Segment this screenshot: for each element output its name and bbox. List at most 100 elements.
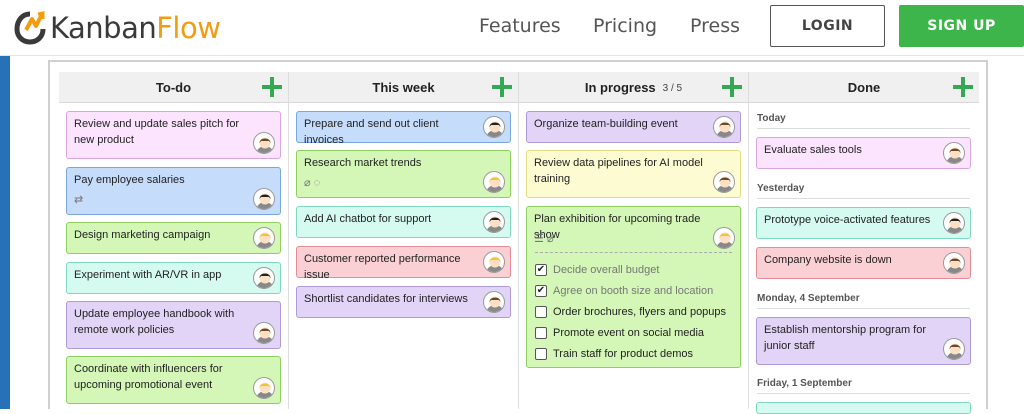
task-card[interactable]: Establish mentorship program for junior … [756,317,971,365]
subtask-label: Train staff for product demos [553,348,694,360]
subtask-label: Decide overall budget [553,264,660,276]
task-title: Review data pipelines for AI model train… [534,157,703,185]
wip-limit-count: 3 / 5 [662,82,683,94]
checkbox-unchecked-icon[interactable] [535,306,547,318]
date-group-label: Yesterday [757,183,805,194]
column-header: In progress 3 / 5 [519,72,748,103]
column-title: This week [372,79,435,95]
task-card-expanded[interactable]: Plan exhibition for upcoming trade show … [526,206,741,368]
task-title: Design marketing campaign [74,229,211,241]
comment-icon: ◌ [313,177,321,189]
signup-button[interactable]: SIGN UP [899,5,1024,47]
subtask-divider [535,252,732,253]
task-card-partial[interactable] [756,402,971,414]
task-title: Add AI chatbot for support [304,213,432,225]
task-title: Organize team-building event [534,118,678,130]
avatar-blonde-icon[interactable] [253,377,275,399]
checkbox-unchecked-icon[interactable] [535,327,547,339]
avatar-blonde-icon[interactable] [713,227,735,249]
task-title: Company website is down [764,254,892,266]
task-title: Establish mentorship program for junior … [764,324,927,352]
task-title: Shortlist candidates for interviews [304,293,468,305]
group-divider [757,128,970,129]
login-button[interactable]: LOGIN [770,5,885,47]
add-task-plus-icon[interactable] [492,77,512,97]
column-header: To-do [59,72,288,103]
column-title: In progress [584,79,656,95]
avatar-male-icon[interactable] [943,142,965,164]
kanbanflow-logo[interactable]: KanbanFlow [12,8,221,48]
logo-text-main: Kanban [50,11,157,45]
subtask-label: Agree on booth size and location [553,285,714,297]
column-in-progress: In progress 3 / 5 Organize team-building… [519,72,749,409]
avatar-blonde-icon[interactable] [253,227,275,249]
logo-icon [14,11,46,45]
task-card[interactable]: Evaluate sales tools [756,137,971,169]
task-card[interactable]: Coordinate with influencers for upcoming… [66,356,281,404]
avatar-female-icon[interactable] [253,267,275,289]
task-card[interactable]: Experiment with AR/VR in app [66,262,281,294]
column-title: Done [847,79,881,95]
task-card[interactable]: Company website is down [756,247,971,279]
avatar-male-icon[interactable] [713,171,735,193]
task-card[interactable]: Review data pipelines for AI model train… [526,150,741,198]
task-card[interactable]: Prepare and send out client invoices [296,111,511,146]
task-title: Coordinate with influencers for upcoming… [74,363,223,391]
column-todo: To-do Review and update sales pitch for … [59,72,289,409]
avatar-male-icon[interactable] [943,252,965,274]
task-card[interactable]: Design marketing campaign [66,222,281,254]
left-accent-bar [0,56,10,409]
logo-text: KanbanFlow [50,11,221,45]
avatar-female-icon[interactable] [943,212,965,234]
task-title: Customer reported performance issue [304,253,461,281]
avatar-female-icon[interactable] [483,211,505,233]
subtask-item[interactable]: ✔ Decide overall budget [535,262,659,278]
avatar-female-icon[interactable] [253,188,275,210]
avatar-female-icon[interactable] [483,116,505,138]
task-card[interactable]: Customer reported performance issue [296,246,511,281]
avatar-male-icon[interactable] [253,132,275,154]
nav-pricing[interactable]: Pricing [593,15,657,37]
task-title: Prototype voice-activated features [764,214,931,226]
repeat-icon: ⇄ [74,194,84,206]
group-divider [757,308,970,309]
subtasks-attachment-icons: ☰ ⌀ [534,231,554,247]
add-task-plus-icon[interactable] [262,77,282,97]
task-card[interactable]: Pay employee salaries ⇄ [66,167,281,215]
subtasks-icon: ☰ [534,233,544,245]
task-title: Experiment with AR/VR in app [74,269,222,281]
task-card[interactable]: Add AI chatbot for support [296,206,511,238]
task-card[interactable]: Review and update sales pitch for new pr… [66,111,281,159]
subtask-item[interactable]: Order brochures, flyers and popups [535,304,726,320]
attachment-comment-icons: ⌀ ◌ [304,175,320,191]
task-card[interactable]: Prototype voice-activated features [756,207,971,239]
task-card[interactable]: Research market trends ⌀ ◌ [296,150,511,198]
task-title: Prepare and send out client invoices [304,118,439,146]
group-divider [757,198,970,199]
task-title: Review and update sales pitch for new pr… [74,118,240,146]
subtask-item[interactable]: ✔ Agree on booth size and location [535,283,713,299]
avatar-blonde-icon[interactable] [483,171,505,193]
nav-press[interactable]: Press [690,15,740,37]
avatar-male-icon[interactable] [253,322,275,344]
checkbox-checked-icon[interactable]: ✔ [535,285,547,297]
subtask-item[interactable]: Train staff for product demos [535,346,693,362]
column-title: To-do [155,79,192,95]
nav-features[interactable]: Features [479,15,561,37]
task-title: Research market trends [304,157,422,169]
checkbox-unchecked-icon[interactable] [535,348,547,360]
avatar-male-icon[interactable] [713,116,735,138]
avatar-blonde-icon[interactable] [483,251,505,273]
task-card[interactable]: Shortlist candidates for interviews [296,286,511,318]
avatar-male-icon[interactable] [943,338,965,360]
checkbox-checked-icon[interactable]: ✔ [535,264,547,276]
task-card[interactable]: Organize team-building event [526,111,741,143]
task-title: Plan exhibition for upcoming trade show [534,213,701,241]
task-card[interactable]: Update employee handbook with remote wor… [66,301,281,349]
add-task-plus-icon[interactable] [722,77,742,97]
task-title: Pay employee salaries [74,174,185,186]
add-task-plus-icon[interactable] [953,77,973,97]
subtask-item[interactable]: Promote event on social media [535,325,704,341]
column-this-week: This week Prepare and send out client in… [289,72,519,409]
avatar-male-icon[interactable] [483,291,505,313]
